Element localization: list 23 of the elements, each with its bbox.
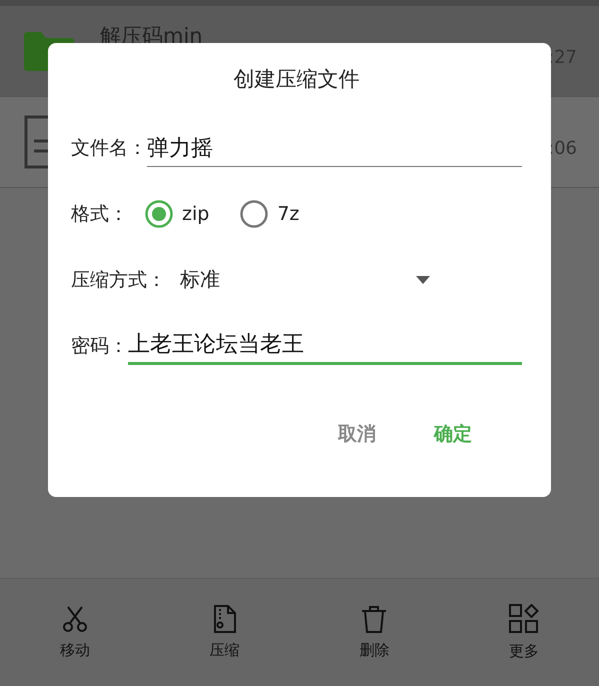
grid-icon	[509, 604, 540, 634]
zip-file-icon	[212, 605, 237, 633]
radio-option[interactable]: 7z	[223, 199, 314, 233]
dropdown-caret-icon	[416, 276, 430, 284]
scissors-icon	[60, 605, 89, 633]
dialog-title: 创建压缩文件	[232, 66, 360, 93]
field-label: 格式：	[71, 202, 128, 227]
toolbar-button[interactable]: 压缩	[174, 605, 275, 660]
radio-option[interactable]: zip	[128, 199, 224, 233]
document-icon	[24, 115, 48, 169]
toolbar-button[interactable]: 移动	[24, 605, 125, 660]
trash-icon	[361, 605, 388, 633]
file-time: :06	[548, 138, 577, 159]
toolbar-button[interactable]: 更多	[474, 604, 574, 661]
filename-field[interactable]: 弹力摇	[147, 133, 522, 167]
cancel-button[interactable]: 取消	[334, 415, 380, 453]
password-field[interactable]: 上老王论坛当老王	[128, 329, 522, 365]
confirm-button[interactable]: 确定	[430, 415, 476, 453]
toolbar-button[interactable]: 删除	[324, 605, 424, 660]
field-label: 压缩方式：	[71, 268, 166, 293]
field-label: 密码：	[71, 334, 128, 359]
method-dropdown[interactable]: 标准	[166, 266, 522, 299]
field-label: 文件名：	[71, 136, 147, 161]
